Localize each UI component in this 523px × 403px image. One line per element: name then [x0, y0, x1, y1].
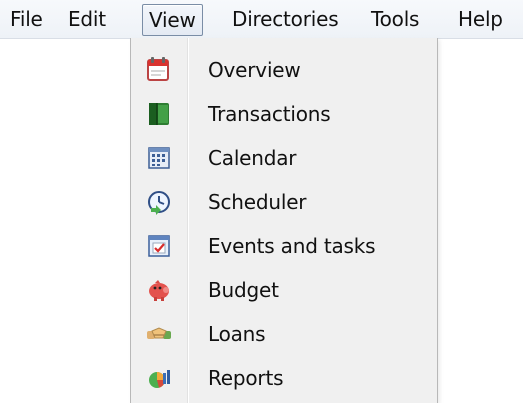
menu-item-label: Calendar: [208, 146, 297, 170]
calendar-grid-icon: [145, 144, 173, 172]
menu-item-transactions[interactable]: Transactions: [131, 92, 437, 136]
menu-tools[interactable]: Tools: [371, 5, 419, 33]
menu-file[interactable]: File: [10, 5, 43, 33]
menu-item-label: Transactions: [208, 102, 331, 126]
menu-item-scheduler[interactable]: Scheduler: [131, 180, 437, 224]
menu-item-label: Overview: [208, 58, 301, 82]
menu-item-reports[interactable]: Reports: [131, 356, 437, 400]
menu-edit[interactable]: Edit: [68, 5, 106, 33]
app-window: File Edit View Directories Tools Help Ov…: [0, 0, 523, 403]
menu-directories[interactable]: Directories: [232, 5, 339, 33]
pie-chart-icon: [145, 364, 173, 392]
menu-item-label: Budget: [208, 278, 279, 302]
menu-view[interactable]: View: [142, 4, 203, 36]
menu-help[interactable]: Help: [458, 5, 503, 33]
view-dropdown-menu: Overview Transactions Calendar Scheduler…: [130, 38, 438, 403]
scheduler-clock-icon: [145, 188, 173, 216]
events-tasks-icon: [145, 232, 173, 260]
menu-item-label: Scheduler: [208, 190, 307, 214]
menu-item-label: Reports: [208, 366, 284, 390]
piggy-bank-icon: [145, 276, 173, 304]
handshake-icon: [145, 320, 173, 348]
menu-item-label: Events and tasks: [208, 234, 376, 258]
menu-item-budget[interactable]: Budget: [131, 268, 437, 312]
menu-bar: File Edit View Directories Tools Help: [0, 0, 523, 39]
menu-item-loans[interactable]: Loans: [131, 312, 437, 356]
menu-item-calendar[interactable]: Calendar: [131, 136, 437, 180]
menu-item-overview[interactable]: Overview: [131, 48, 437, 92]
menu-item-events-and-tasks[interactable]: Events and tasks: [131, 224, 437, 268]
transactions-book-icon: [145, 100, 173, 128]
overview-calendar-icon: [145, 56, 173, 84]
menu-item-label: Loans: [208, 322, 266, 346]
